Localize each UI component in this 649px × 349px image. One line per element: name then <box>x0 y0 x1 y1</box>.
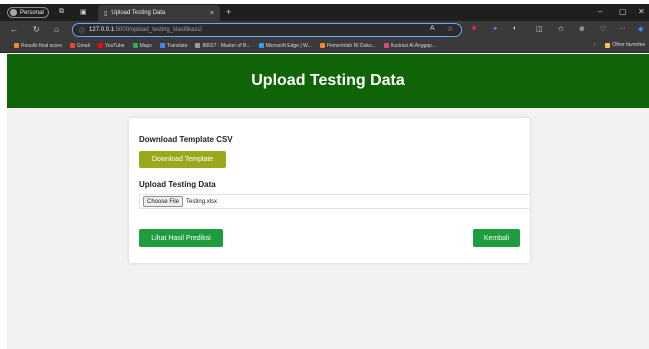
maps-icon <box>132 43 138 48</box>
folder-icon <box>605 42 611 48</box>
browser-essentials-icon[interactable]: ♡ <box>600 25 606 33</box>
bookmark-item[interactable]: 88027 - Master of B... <box>195 42 251 49</box>
chevron-right-icon[interactable]: › <box>594 42 596 48</box>
maximize-icon[interactable]: ▢ <box>619 7 627 16</box>
back-icon[interactable]: ← <box>10 25 18 34</box>
new-tab-icon[interactable]: + <box>226 7 231 17</box>
profile-button[interactable]: Personal <box>7 7 49 18</box>
extension-icon[interactable]: ■ <box>472 25 476 32</box>
split-screen-icon[interactable]: ◫ <box>536 25 543 33</box>
bookmark-label: Microsoft Edge | W... <box>265 42 312 49</box>
bookmark-item[interactable]: Ilustrasi Al Anggap... <box>383 42 437 49</box>
view-prediction-button[interactable]: Lihat Hasil Prediksi <box>139 229 223 247</box>
back-button[interactable]: Kembali <box>473 229 520 247</box>
youtube-icon <box>97 43 103 48</box>
bookmark-label: Results final score <box>21 42 62 49</box>
bookmark-label: 88027 - Master of B... <box>202 42 251 49</box>
bookmark-label: Pemerintah RI Duku... <box>326 42 376 49</box>
avatar <box>10 9 17 16</box>
gmail-icon <box>69 43 75 48</box>
favorite-star-icon[interactable]: ☆ <box>447 25 453 33</box>
translate-icon <box>159 43 165 48</box>
bookmark-item[interactable]: Translate <box>159 42 188 49</box>
other-favorites-label: Other favorites <box>612 42 645 48</box>
minimize-icon[interactable]: – <box>598 7 602 16</box>
download-section-title: Download Template CSV <box>139 135 233 144</box>
collections-icon[interactable]: ⊕ <box>579 25 585 33</box>
home-icon[interactable]: ⌂ <box>54 25 59 34</box>
tab-actions-icon[interactable]: ▣ <box>80 8 87 16</box>
bookmark-item[interactable]: Gmail <box>69 42 90 49</box>
refresh-icon[interactable]: ↻ <box>33 25 40 34</box>
workspaces-icon[interactable]: ⧉ <box>59 8 64 16</box>
bookmarks-bar: Results final score Gmail YouTube Maps T… <box>0 39 649 53</box>
tab-upload-testing-data[interactable]: ▯ Upload Testing Data × <box>98 5 220 21</box>
bookmark-icon <box>319 43 325 48</box>
bookmark-item[interactable]: Microsoft Edge | W... <box>258 42 312 49</box>
file-input[interactable]: Choose File Testing.xlsx <box>139 194 530 209</box>
upload-section-title: Upload Testing Data <box>139 180 216 189</box>
copilot-icon[interactable]: ◆ <box>638 25 643 33</box>
bookmark-item[interactable]: YouTube <box>97 42 125 49</box>
bookmark-item[interactable]: Maps <box>132 42 152 49</box>
browser-titlebar: Personal ⧉ ▣ ▯ Upload Testing Data × + –… <box>0 4 649 21</box>
bookmark-label: YouTube <box>104 42 125 49</box>
upload-card: Download Template CSV Download Template … <box>129 118 530 263</box>
more-icon[interactable]: ··· <box>619 25 626 32</box>
bookmark-label: Ilustrasi Al Anggap... <box>390 42 437 49</box>
profile-label: Personal <box>20 9 44 16</box>
extension-icon[interactable]: ◐ <box>513 25 517 32</box>
address-bar-row: ← ↻ ⌂ ⓘ 127.0.0.1 :5000/upload_testing_k… <box>0 21 649 39</box>
bookmark-icon <box>383 43 389 48</box>
close-tab-icon[interactable]: × <box>210 10 214 17</box>
bookmark-label: Maps <box>139 42 152 49</box>
info-icon[interactable]: ⓘ <box>79 26 85 35</box>
choose-file-button[interactable]: Choose File <box>143 196 184 207</box>
edge-icon <box>258 43 264 48</box>
download-template-button[interactable]: Download Template <box>139 151 226 168</box>
close-window-icon[interactable]: ✕ <box>638 7 645 16</box>
page-header: Upload Testing Data <box>7 54 649 108</box>
url-input[interactable]: ⓘ 127.0.0.1 :5000/upload_testing_klasifi… <box>72 23 462 37</box>
other-favorites[interactable]: › Other favorites <box>594 42 645 48</box>
url-host: 127.0.0.1 <box>89 27 115 33</box>
tab-title: Upload Testing Data <box>111 10 166 16</box>
url-path: :5000/upload_testing_klasifikasi2 <box>114 27 203 33</box>
page-icon: ▯ <box>104 10 108 17</box>
bookmark-item[interactable]: Results final score <box>14 43 62 49</box>
favorites-icon[interactable]: ✩ <box>558 25 564 33</box>
page-title: Upload Testing Data <box>251 72 405 89</box>
bookmark-icon <box>14 43 19 48</box>
page-content: Upload Testing Data Download Template CS… <box>7 54 649 349</box>
bookmark-icon <box>195 43 201 48</box>
bookmark-label: Gmail <box>76 42 90 49</box>
bookmark-item[interactable]: Pemerintah RI Duku... <box>319 42 376 49</box>
read-aloud-icon[interactable]: A <box>430 25 435 32</box>
selected-file-name: Testing.xlsx <box>186 198 218 205</box>
extension-icon[interactable]: ✦ <box>492 25 498 33</box>
bookmark-label: Translate <box>166 42 188 49</box>
